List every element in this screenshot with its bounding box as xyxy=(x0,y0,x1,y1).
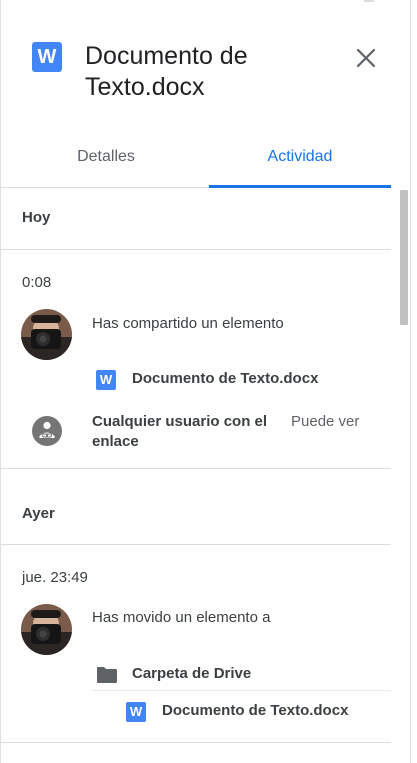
activity-description: Has compartido un elemento xyxy=(92,315,284,332)
avatar xyxy=(21,309,72,360)
tab-activity[interactable]: Actividad xyxy=(209,130,391,186)
close-icon xyxy=(356,48,376,68)
panel-title: Documento de Texto.docx xyxy=(85,42,248,101)
file-item[interactable]: W Documento de Texto.docx xyxy=(126,700,386,722)
activity-list: Hoy 0:08 Has compartido un elemento W Do… xyxy=(1,188,391,763)
activity-time: 0:08 xyxy=(22,274,52,291)
day-header: Ayer xyxy=(22,505,55,522)
link-icon xyxy=(32,416,62,446)
divider xyxy=(92,690,391,691)
permission-level: Puede ver xyxy=(291,413,360,430)
activity-description: Has movido un elemento a xyxy=(92,609,271,626)
day-header: Hoy xyxy=(22,209,51,226)
scrollbar[interactable] xyxy=(398,188,410,763)
permission-user: Cualquier usuario con el enlace xyxy=(92,413,268,450)
folder-name: Carpeta de Drive xyxy=(132,665,252,682)
folder-item[interactable]: Carpeta de Drive xyxy=(96,663,356,685)
activity-time: jue. 23:49 xyxy=(22,569,88,586)
file-name: Documento de Texto.docx xyxy=(162,702,349,719)
word-icon: W xyxy=(32,42,62,72)
close-button[interactable] xyxy=(351,43,381,73)
tab-details[interactable]: Detalles xyxy=(15,130,197,186)
folder-icon xyxy=(97,667,117,683)
divider xyxy=(1,468,391,469)
divider xyxy=(1,249,391,250)
word-icon: W xyxy=(126,702,146,722)
divider xyxy=(1,544,391,545)
scroll-thumb[interactable] xyxy=(400,190,408,325)
file-item[interactable]: W Documento de Texto.docx xyxy=(96,368,356,390)
divider xyxy=(1,742,391,743)
avatar xyxy=(21,604,72,655)
panel-header: W Documento de Texto.docx xyxy=(1,0,412,120)
details-panel: W Documento de Texto.docx Detalles Activ… xyxy=(0,0,411,763)
tab-bar: Detalles Actividad xyxy=(1,130,391,188)
file-name: Documento de Texto.docx xyxy=(132,370,319,387)
word-icon: W xyxy=(96,370,116,390)
